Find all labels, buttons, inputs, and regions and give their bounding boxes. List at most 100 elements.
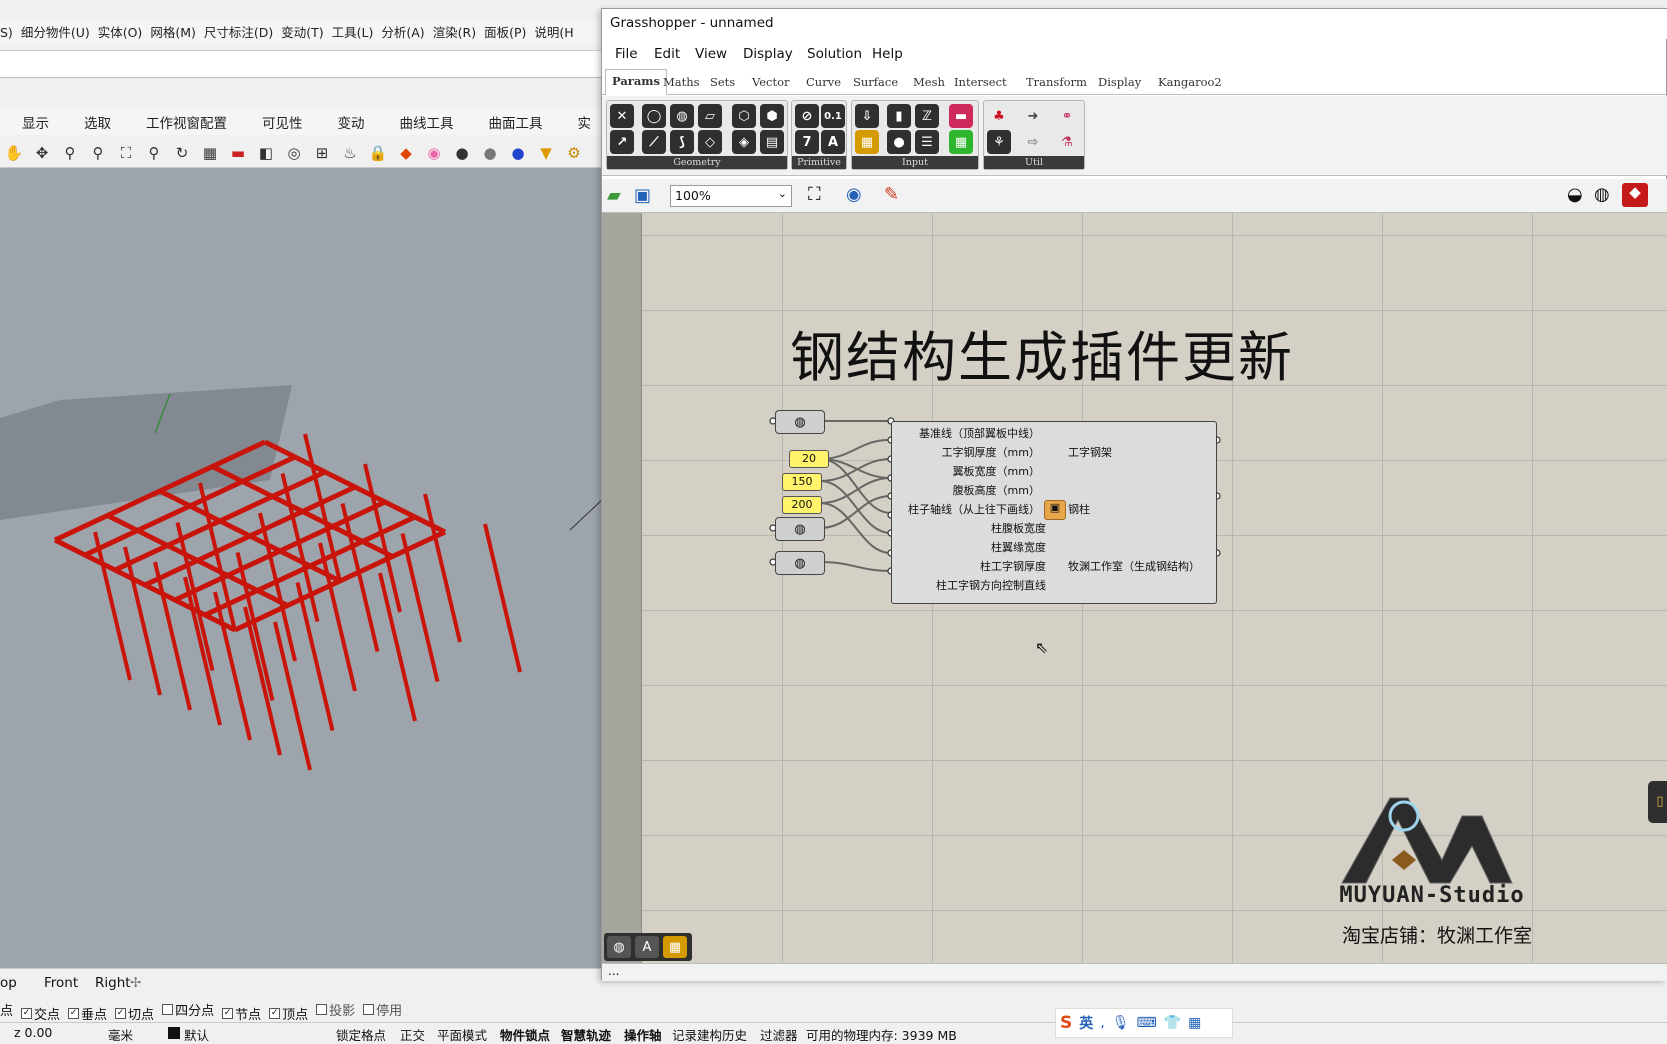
osnap-checkbox[interactable]: 点 [0,1000,13,1019]
zoom-select[interactable]: 100% ⌄ [670,185,792,207]
arc-param-icon[interactable]: ⟆ [670,130,694,154]
panel-label-input[interactable]: Input [852,156,978,169]
gh-tab-maths[interactable]: Maths [663,75,700,89]
status-toggle-gumball[interactable]: 操作轴 [624,1025,662,1044]
hand-icon[interactable]: ✋ [2,141,26,165]
rhino-menu-item[interactable]: 面板(P) [484,20,534,41]
gh-menu-solution[interactable]: Solution [807,46,862,62]
microphone-icon[interactable]: 🎙 [1112,1015,1130,1031]
rhino-menu-item[interactable]: 变动(T) [281,20,331,41]
steel-structure-component[interactable]: 基准线（顶部翼板中线） 工字钢厚度（mm） 翼板宽度（mm） 腹板高度（mm） … [891,421,1217,604]
column-curve-param-node[interactable]: ◍ [775,517,825,541]
md-slider-icon[interactable]: ▦ [855,130,879,154]
rhino-menu-item[interactable]: 尺寸标注(D) [204,20,281,41]
rhino-toolbar-tab[interactable]: 实 [556,107,605,132]
input-column-axis[interactable]: 柱子轴线（从上往下画线） [908,501,1040,517]
rhino-menu-item[interactable]: 细分物件(U) [21,20,98,41]
status-toggle-smarttrack[interactable]: 智慧轨迹 [561,1025,611,1044]
panel-label-geometry[interactable]: Geometry [607,156,787,169]
graph-mapper-icon[interactable]: ℤ [915,104,939,128]
zoom-window-icon[interactable]: ⚲ [86,141,110,165]
bulb-icon[interactable]: ♨ [338,141,362,165]
osnap-checkbox[interactable]: ✓ 交点 [21,1004,60,1023]
zoom-selected-icon[interactable]: ⚲ [142,141,166,165]
circle-param-icon[interactable]: ◯ [642,104,666,128]
osnap-checkbox[interactable]: 停用 [363,1000,402,1019]
pan-icon[interactable]: ✥ [30,141,54,165]
input-ibeam-thickness[interactable]: 工字钢厚度（mm） [942,444,1040,460]
gh-menu-file[interactable]: File [615,46,638,62]
gh-tab-surface[interactable]: Surface [853,75,898,89]
boolean-param-icon[interactable]: ⊘ [795,104,819,128]
rhino-toolbar-tab[interactable]: 可见性 [240,107,316,132]
save-file-icon[interactable]: ▣ [634,185,651,206]
gh-canvas[interactable]: 钢结构生成插件更新 ◍ 20 150 200 ◍ ◍ 基准线（顶部翼板中线） 工… [602,213,1667,963]
preview-selected-icon[interactable]: ◆ [1622,183,1648,207]
plane-param-icon[interactable]: ◇ [698,130,722,154]
rhino-perspective-viewport[interactable] [0,168,604,968]
vector-param-icon[interactable]: ↗ [610,130,634,154]
grid-icon[interactable]: ⊞ [310,141,334,165]
box-param-icon[interactable]: ⬡ [732,104,756,128]
gradient-icon[interactable]: ▬ [949,104,973,128]
shaded-sphere-icon[interactable]: ● [450,141,474,165]
four-view-icon[interactable]: ▦ [198,141,222,165]
md-slider-icon[interactable]: ▦ [663,936,687,958]
status-toggle-filter[interactable]: 过滤器 [760,1025,798,1044]
open-file-icon[interactable]: ▰ [607,185,621,206]
rhino-menu-item[interactable]: 说明(H [534,20,581,41]
osnap-checkbox[interactable]: 投影 [316,1000,355,1019]
view-tab-top[interactable]: op [0,975,17,991]
target-icon[interactable]: ◎ [282,141,306,165]
input-column-direction-line[interactable]: 柱工字钢方向控制直线 [936,577,1046,593]
side-panel-tab-icon[interactable]: ▯ [1648,781,1667,823]
zoom-extents-icon[interactable]: ⛶ [808,184,821,205]
direction-curve-param-node[interactable]: ◍ [775,551,825,575]
status-toggle-ortho[interactable]: 正交 [400,1025,425,1044]
car-icon[interactable]: ▬ [226,141,250,165]
gh-menu-edit[interactable]: Edit [654,46,680,62]
gh-tab-curve[interactable]: Curve [806,75,841,89]
data-output-icon[interactable]: ➜ [1021,104,1045,128]
preview-wire-icon[interactable]: ◒ [1567,184,1583,205]
punctuation-icon[interactable]: ‚ [1100,1015,1104,1031]
zoom-extents-icon[interactable]: ⛶ [114,141,138,165]
osnap-checkbox[interactable]: 四分点 [162,1000,214,1019]
panel-label-util[interactable]: Util [984,156,1084,169]
rhino-toolbar-tab[interactable]: 变动 [316,107,378,132]
osnap-checkbox[interactable]: ✓ 节点 [222,1004,261,1023]
view-tab-front[interactable]: Front [44,975,78,991]
rotate-view-icon[interactable]: ↻ [170,141,194,165]
mesh-param-icon[interactable]: ⬢ [760,104,784,128]
units-label[interactable]: 毫米 [108,1025,133,1044]
output-studio-label[interactable]: 牧渊工作室（生成钢结构） [1068,558,1200,574]
filter-icon[interactable]: ▼ [534,141,558,165]
tree-icon[interactable]: ⚘ [987,130,1011,154]
gh-tab-transform[interactable]: Transform [1026,75,1087,89]
keyboard-icon[interactable]: ⌨ [1136,1015,1156,1031]
curve-param-icon[interactable]: ◍ [670,104,694,128]
gh-tab-mesh[interactable]: Mesh [913,75,945,89]
osnap-checkbox[interactable]: ✓ 顶点 [269,1004,308,1023]
gh-menu-display[interactable]: Display [743,46,793,62]
input-base-line[interactable]: 基准线（顶部翼板中线） [919,425,1040,441]
panel-label-primitive[interactable]: Primitive [792,156,846,169]
lock-icon[interactable]: 🔒 [366,141,390,165]
rhino-toolbar-tab[interactable]: 工作视窗配置 [124,107,240,132]
material-sphere-icon[interactable]: ● [506,141,530,165]
input-flange-width[interactable]: 翼板宽度（mm） [953,463,1040,479]
output-steel-column[interactable]: 钢柱 [1068,501,1090,517]
rhino-toolbar-tab[interactable]: 显示 [0,107,62,132]
output-ibeam-frame[interactable]: 工字钢架 [1068,444,1112,460]
sketch-brush-icon[interactable]: ✎ [884,184,899,205]
view-tab-right[interactable]: Right [95,975,131,991]
status-toggle-planar[interactable]: 平面模式 [437,1025,487,1044]
status-toggle-osnap[interactable]: 物件锁点 [500,1025,550,1044]
text-param-icon[interactable]: A [821,130,845,154]
input-column-web-width[interactable]: 柱腹板宽度 [991,520,1046,536]
add-view-icon[interactable]: ✢ [130,975,141,991]
input-column-flange-width[interactable]: 柱翼缘宽度 [991,539,1046,555]
field-param-icon[interactable]: ▤ [760,130,784,154]
gh-menu-view[interactable]: View [695,46,727,62]
settings-gear-icon[interactable]: ⚙ [562,141,586,165]
